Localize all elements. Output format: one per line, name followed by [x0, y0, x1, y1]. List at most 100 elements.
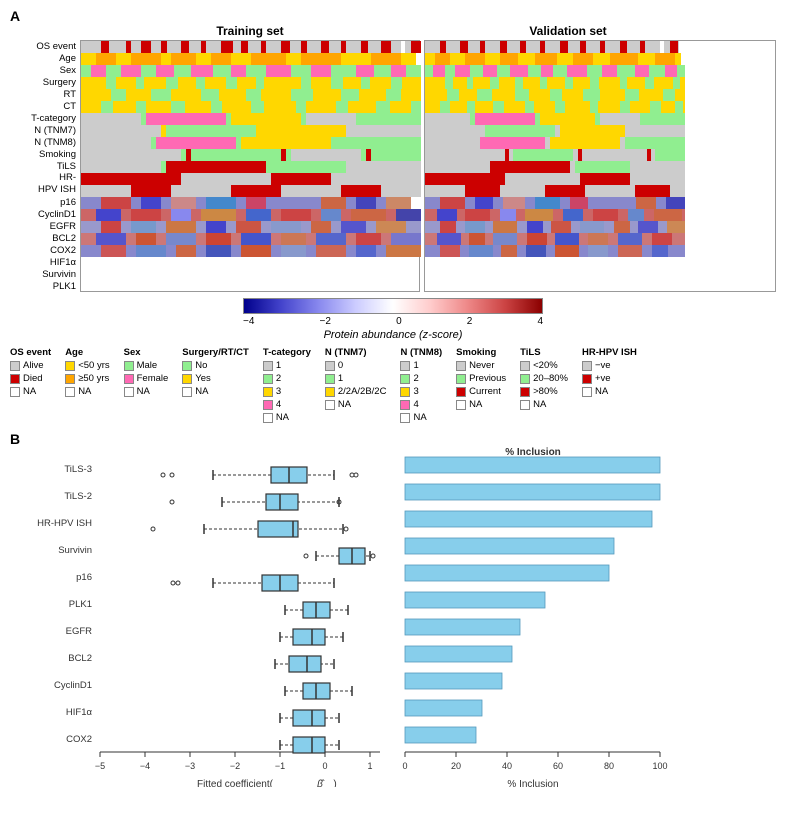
legend-section: OS event Alive Died NA Age	[10, 347, 776, 423]
swatch-n7-2	[325, 387, 335, 397]
label-n7-0: 0	[338, 360, 343, 371]
legend-item-alive: Alive	[10, 360, 51, 371]
swatch-n7-0	[325, 361, 335, 371]
row-label-cox2: COX2	[10, 244, 80, 256]
svg-text:0: 0	[402, 761, 407, 771]
swatch-n7-1	[325, 374, 335, 384]
legend-tcategory: T-category 1 2 3 4	[263, 347, 311, 423]
training-set-title: Training set	[80, 24, 420, 38]
legend-item-tils-2080: 20–80%	[520, 373, 568, 384]
legend-item-never: Never	[456, 360, 506, 371]
legend-os-event: OS event Alive Died NA	[10, 347, 51, 423]
label-previous: Previous	[469, 373, 506, 384]
legend-item-n7-na: NA	[325, 399, 387, 410]
label-sm-na: NA	[469, 399, 482, 410]
swatch-positive	[582, 374, 592, 384]
svg-text:40: 40	[502, 761, 512, 771]
legend-item-tils-gt80: >80%	[520, 386, 568, 397]
legend-item-tils-lt20: <20%	[520, 360, 568, 371]
heatmap-rows-container: OS event Age Sex Surgery RT CT T-categor…	[10, 40, 776, 292]
swatch-n8-4	[400, 400, 410, 410]
label-tils-gt80: >80%	[533, 386, 558, 397]
label-n7-1: 1	[338, 373, 343, 384]
swatch-sm-na	[456, 400, 466, 410]
svg-text:−1: −1	[275, 761, 285, 771]
legend-ntnm8: N (TNM8) 1 2 3 4	[400, 347, 442, 423]
label-tils-lt20: <20%	[533, 360, 558, 371]
row-label-tils: TiLS	[10, 160, 80, 172]
boxplot-svg: −5 −4 −3 −2 −1 0 1 Fitted coefficient( β…	[10, 447, 390, 787]
label-male: Male	[137, 360, 158, 371]
legend-item-age-gte50: ≥50 yrs	[65, 373, 109, 384]
color-scale-labels: −4 −2 0 2 4	[243, 316, 543, 327]
swatch-yes	[182, 374, 192, 384]
legend-sex-title: Sex	[124, 347, 169, 358]
swatch-surg-na	[182, 387, 192, 397]
legend-item-t2: 2	[263, 373, 311, 384]
legend-item-t-na: NA	[263, 412, 311, 423]
label-os-na: NA	[23, 386, 36, 397]
legend-tcategory-title: T-category	[263, 347, 311, 358]
legend-item-surg-na: NA	[182, 386, 249, 397]
legend-item-tils-na: NA	[520, 399, 568, 410]
legend-item-t1: 1	[263, 360, 311, 371]
svg-text:): )	[333, 779, 336, 787]
row-label-bcl2: BCL2	[10, 232, 80, 244]
label-n8-4: 4	[413, 399, 418, 410]
scale-label-neg2: −2	[320, 316, 331, 327]
panel-b: B	[10, 431, 776, 790]
swatch-t4	[263, 400, 273, 410]
legend-item-age-lt50: <50 yrs	[65, 360, 109, 371]
legend-item-sex-na: NA	[124, 386, 169, 397]
swatch-hpv-na	[582, 387, 592, 397]
label-tils-2080: 20–80%	[533, 373, 568, 384]
swatch-n7-na	[325, 400, 335, 410]
svg-text:80: 80	[604, 761, 614, 771]
row-label-ntnm7: N (TNM7)	[10, 124, 80, 136]
row-label-smoking: Smoking	[10, 148, 80, 160]
legend-smoking-title: Smoking	[456, 347, 506, 358]
label-age-gte50: ≥50 yrs	[78, 373, 109, 384]
swatch-t-na	[263, 413, 273, 423]
row-label-age: Age	[10, 52, 80, 64]
svg-text:−5: −5	[95, 761, 105, 771]
legend-item-yes: Yes	[182, 373, 249, 384]
legend-item-male: Male	[124, 360, 169, 371]
scale-label-2: 2	[467, 316, 473, 327]
swatch-male	[124, 361, 134, 371]
validation-heatmap	[424, 40, 776, 292]
svg-text:% Inclusion: % Inclusion	[507, 779, 558, 787]
label-n8-na: NA	[413, 412, 426, 423]
label-never: Never	[469, 360, 494, 371]
swatch-died	[10, 374, 20, 384]
legend-item-t3: 3	[263, 386, 311, 397]
legend-item-female: Female	[124, 373, 169, 384]
row-label-surgery: Surgery	[10, 76, 80, 88]
inclusion-section: 0 20 40 60 80 100 % Inclusion % Inclusio…	[390, 447, 670, 790]
svg-text:20: 20	[451, 761, 461, 771]
validation-set-title: Validation set	[428, 24, 708, 38]
figure-container: A Training set Validation set OS event A…	[0, 0, 786, 798]
legend-item-died: Died	[10, 373, 51, 384]
swatch-age-lt50	[65, 361, 75, 371]
svg-text:BCL2: BCL2	[68, 653, 92, 664]
panel-a-label: A	[10, 8, 20, 24]
label-surg-na: NA	[195, 386, 208, 397]
legend-surgery-title: Surgery/RT/CT	[182, 347, 249, 358]
svg-text:PLK1: PLK1	[69, 599, 92, 610]
svg-text:β̂: β̂	[316, 778, 325, 787]
legend-os-event-title: OS event	[10, 347, 51, 358]
row-label-sex: Sex	[10, 64, 80, 76]
svg-text:p16: p16	[76, 572, 92, 583]
svg-text:CyclinD1: CyclinD1	[54, 680, 92, 691]
row-labels: OS event Age Sex Surgery RT CT T-categor…	[10, 40, 80, 292]
svg-text:100: 100	[652, 761, 667, 771]
label-tils-na: NA	[533, 399, 546, 410]
color-scale-section: −4 −2 0 2 4 Protein abundance (z-score)	[10, 298, 776, 341]
scale-label-0: 0	[396, 316, 402, 327]
label-n8-1: 1	[413, 360, 418, 371]
svg-text:COX2: COX2	[66, 734, 92, 745]
legend-item-current: Current	[456, 386, 506, 397]
row-label-cyclind1: CyclinD1	[10, 208, 80, 220]
panel-b-label: B	[10, 431, 20, 447]
